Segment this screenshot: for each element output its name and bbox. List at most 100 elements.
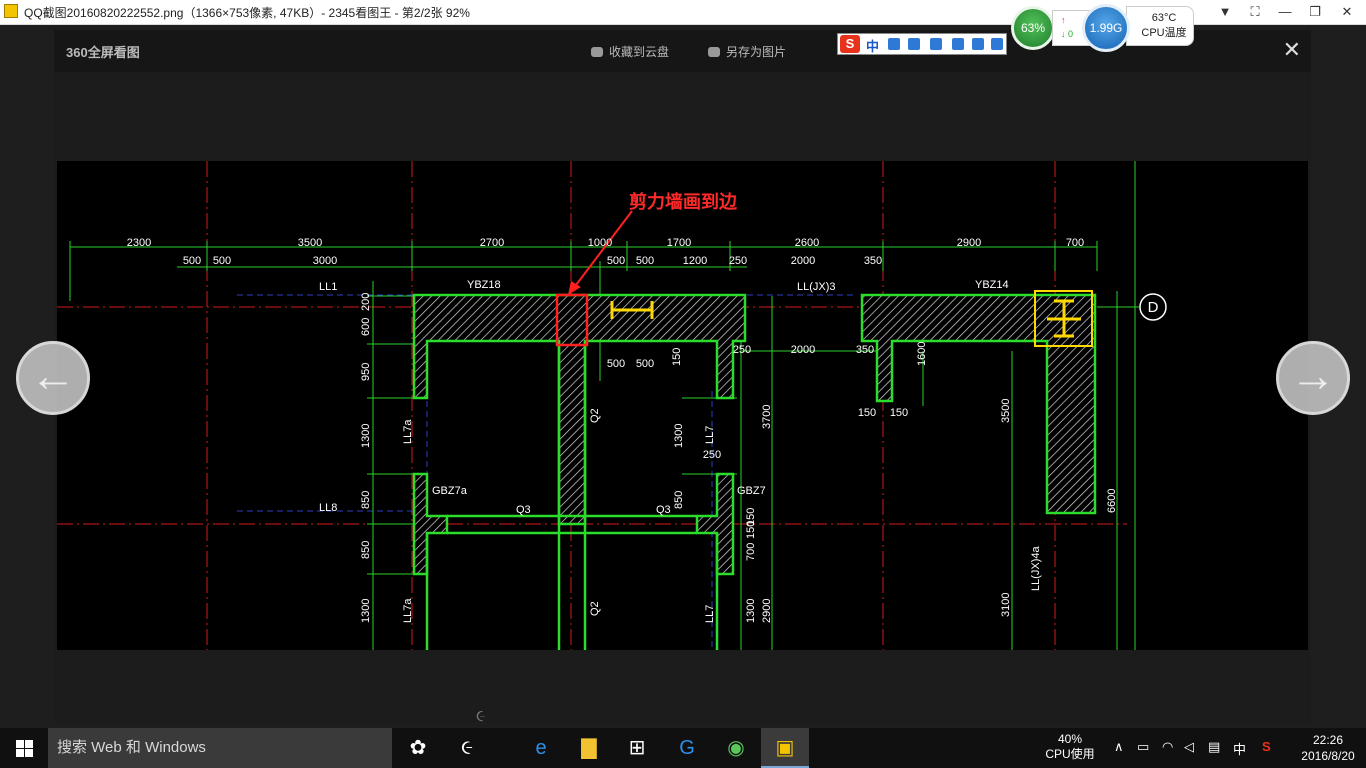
wrench-icon[interactable]: [991, 38, 1003, 50]
prev-image-button[interactable]: ←: [16, 341, 90, 415]
ime-language[interactable]: 中: [866, 36, 879, 55]
wifi-icon[interactable]: ◠: [1162, 739, 1173, 755]
skin-icon[interactable]: [972, 38, 984, 50]
start-button[interactable]: [0, 728, 48, 768]
dim-inner: 3700: [761, 405, 773, 429]
label-ybz14: YBZ14: [975, 279, 1009, 291]
battery-icon[interactable]: ▭: [1137, 739, 1149, 755]
dim-second: 1200: [683, 255, 707, 267]
label-ll8: LL8: [319, 502, 337, 514]
dim-inner: 250: [703, 449, 721, 461]
memory-usage-ball[interactable]: 63%: [1011, 6, 1055, 50]
file-explorer-icon[interactable]: ▇: [565, 728, 613, 768]
app-flower-icon[interactable]: ✿: [394, 728, 442, 768]
user-icon[interactable]: [952, 38, 964, 50]
label-q3: Q3: [516, 504, 531, 516]
taskbar-search-input[interactable]: 搜索 Web 和 Windows: [48, 728, 392, 768]
label-q2: Q2: [589, 601, 601, 616]
restore-button[interactable]: ❐: [1300, 0, 1330, 24]
annotation-arrow: [572, 210, 633, 290]
ime-toolbar[interactable]: S 中: [837, 33, 1007, 55]
save-to-cloud-label: 收藏到云盘: [609, 45, 670, 59]
shear-wall-right-mid: [695, 472, 735, 576]
dim-top: 2700: [480, 237, 504, 249]
dim-inner: 150: [858, 407, 876, 419]
punctuation-icon[interactable]: [908, 38, 920, 50]
label-ll7: LL7: [704, 605, 716, 623]
volume-icon[interactable]: ◁: [1184, 739, 1194, 755]
dim-inner: 350: [856, 344, 874, 356]
label-ybz18: YBZ18: [467, 279, 501, 291]
windows-logo-icon: [25, 749, 33, 757]
dim-inner: 500: [607, 358, 625, 370]
dim-left: 850: [360, 541, 372, 559]
dim-inner: 150: [890, 407, 908, 419]
dim-left: 850: [360, 491, 372, 509]
dropdown-button[interactable]: ▼: [1210, 0, 1240, 24]
dim-top: 2600: [795, 237, 819, 249]
save-as-button[interactable]: 另存为图片: [708, 43, 786, 60]
cpu-usage-label: CPU使用: [1045, 747, 1095, 761]
next-image-button[interactable]: →: [1276, 341, 1350, 415]
dim-second: 3000: [313, 255, 337, 267]
download-icon: ↓ 0: [1061, 29, 1074, 39]
chevron-up-icon[interactable]: ∧: [1114, 739, 1124, 755]
close-window-button[interactable]: ✕: [1332, 0, 1362, 24]
sogou-tray-icon[interactable]: S: [1262, 739, 1271, 754]
clock-time: 22:26: [1312, 733, 1344, 747]
label-ll7a: LL7a: [402, 598, 414, 623]
label-q3: Q3: [656, 504, 671, 516]
tray-cpu-usage: 40% CPU使用: [1040, 732, 1100, 762]
cpu-temp-value: 63°C: [1151, 12, 1177, 24]
dim-inner: 1300: [745, 599, 757, 623]
windows-logo-icon: [16, 740, 24, 748]
dim-second: 500: [213, 255, 231, 267]
annotation-text: 剪力墙画到边: [629, 191, 738, 212]
keyboard-icon[interactable]: [930, 38, 942, 50]
cpu-freq-ball[interactable]: 1.99G: [1082, 4, 1130, 52]
store-icon[interactable]: ⊞: [613, 728, 661, 768]
dim-left: 200: [360, 293, 372, 311]
app-icon: [4, 4, 18, 18]
dim-top: 3500: [298, 237, 322, 249]
dim-left: 1300: [360, 424, 372, 448]
dim-second: 250: [729, 255, 747, 267]
save-to-cloud-button[interactable]: 收藏到云盘: [591, 43, 669, 60]
label-q2: Q2: [589, 408, 601, 423]
minimize-button[interactable]: —: [1270, 0, 1300, 24]
dim-inner: 150: [745, 521, 757, 539]
edge-browser-icon[interactable]: e: [517, 728, 565, 768]
image-viewer-app-icon[interactable]: ▣: [761, 728, 809, 768]
dim-inner: 6600: [1106, 489, 1118, 513]
browser-g-icon[interactable]: G: [663, 728, 711, 768]
fullscreen-button[interactable]: ⛶: [1240, 0, 1270, 24]
save-as-label: 另存为图片: [726, 45, 787, 59]
arrow-head: [568, 281, 581, 295]
windows-logo-icon: [25, 740, 33, 748]
dim-left: 600: [360, 318, 372, 336]
notification-icon[interactable]: ▤: [1208, 739, 1220, 755]
system-clock[interactable]: 22:26 2016/8/20: [1290, 732, 1366, 764]
tray-language[interactable]: 中: [1233, 739, 1246, 758]
clock-date: 2016/8/20: [1301, 749, 1355, 763]
cad-drawing-svg: D 剪力墙画到边 2300 3500 2700 1000 1700 2600 2…: [57, 161, 1167, 650]
label-lljx3: LL(JX)3: [797, 281, 836, 293]
refresh-app-icon[interactable]: ◉: [712, 728, 760, 768]
cpu-temp-label: CPU温度: [1141, 27, 1187, 39]
dim-inner: 150: [671, 348, 683, 366]
disk-icon: [708, 47, 720, 57]
moon-icon[interactable]: [888, 38, 900, 50]
viewer-close-button[interactable]: ✕: [1283, 38, 1301, 62]
sogou-logo-icon[interactable]: S: [840, 35, 860, 53]
label-ll7: LL7: [704, 426, 716, 444]
dim-second: 350: [864, 255, 882, 267]
windows-logo-icon: [16, 749, 24, 757]
window-title: QQ截图20160820222552.png（1366×753像素, 47KB）…: [24, 6, 470, 20]
viewer-logo: 360全屏看图: [66, 45, 140, 60]
dim-inner: 1300: [673, 424, 685, 448]
dim-top: 1700: [667, 237, 691, 249]
dim-left: 1300: [360, 599, 372, 623]
dim-inner: 3500: [1000, 399, 1012, 423]
app-swirl-icon[interactable]: ૯: [443, 728, 491, 768]
label-gbz7a: GBZ7a: [432, 485, 468, 497]
